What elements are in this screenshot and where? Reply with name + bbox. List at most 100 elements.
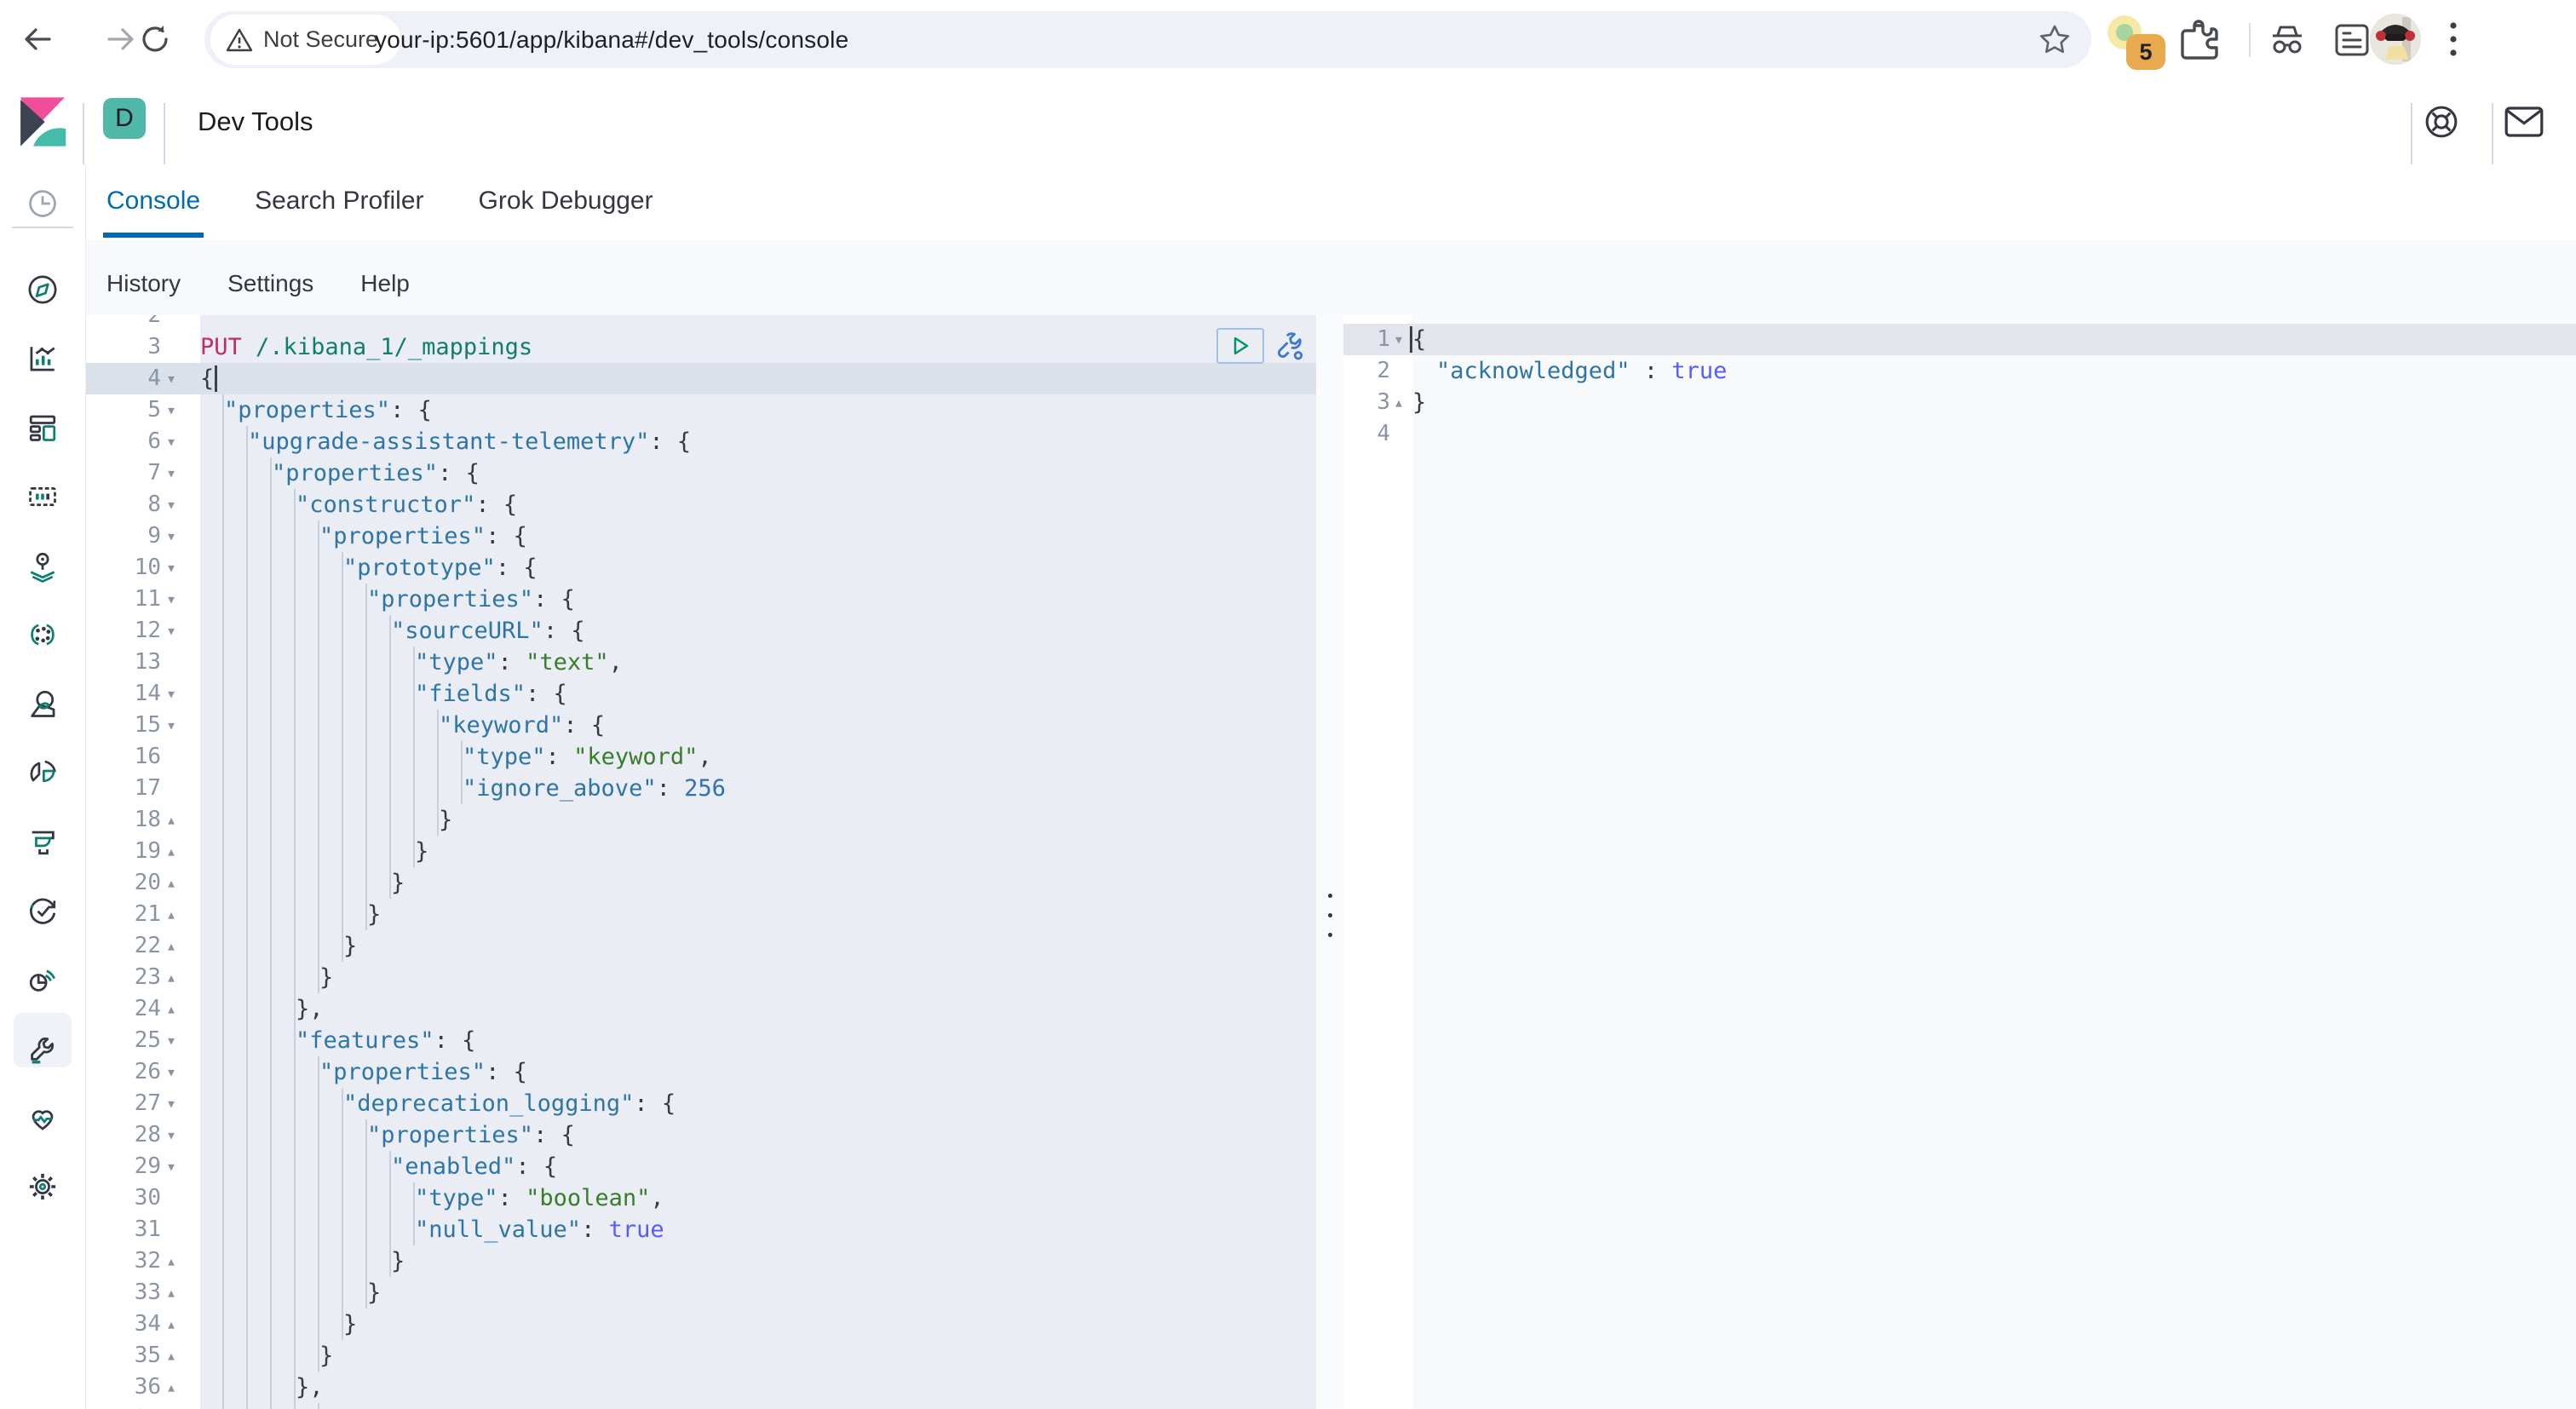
code-line-19[interactable]: 19▴} <box>86 836 1316 867</box>
code-line-2[interactable]: 2 <box>86 315 1316 331</box>
kibana-logo[interactable] <box>19 96 66 147</box>
code-line-2[interactable]: 2"acknowledged" : true <box>1343 355 2576 387</box>
sidebar-item-metrics[interactable] <box>17 747 68 798</box>
help-button[interactable] <box>2418 98 2465 146</box>
site-security-chip[interactable]: Not Secure <box>210 14 400 65</box>
reading-list-icon[interactable] <box>2332 20 2372 60</box>
extensions-puzzle-icon[interactable] <box>2177 19 2220 61</box>
request-options-button[interactable] <box>1271 327 1308 365</box>
sidebar-item-machine-learning[interactable] <box>17 678 68 729</box>
fold-open-caret-icon[interactable]: ▾ <box>166 1025 176 1056</box>
profile-avatar[interactable] <box>2370 14 2421 65</box>
fold-close-caret-icon[interactable]: ▴ <box>166 1308 176 1340</box>
code-line-26[interactable]: 26▾"properties": { <box>86 1056 1316 1088</box>
tab-grok-debugger[interactable]: Grok Debugger <box>479 164 653 238</box>
fold-close-caret-icon[interactable]: ▴ <box>166 867 176 899</box>
code-line-11[interactable]: 11▾"properties": { <box>86 584 1316 615</box>
space-badge[interactable]: D <box>103 98 146 139</box>
newsfeed-button[interactable] <box>2500 98 2548 146</box>
incognito-icon[interactable] <box>2268 20 2307 60</box>
fold-open-caret-icon[interactable]: ▾ <box>166 394 176 426</box>
code-line-35[interactable]: 35▴} <box>86 1340 1316 1372</box>
code-line-15[interactable]: 15▾"keyword": { <box>86 710 1316 741</box>
code-line-17[interactable]: 17"ignore_above": 256 <box>86 773 1316 804</box>
code-line-8[interactable]: 8▾"constructor": { <box>86 489 1316 520</box>
fold-close-caret-icon[interactable]: ▴ <box>166 899 176 930</box>
browser-back-button[interactable] <box>12 14 63 65</box>
fold-close-caret-icon[interactable]: ▴ <box>166 993 176 1025</box>
fold-close-caret-icon[interactable]: ▴ <box>166 1245 176 1277</box>
address-bar[interactable]: Not Secure your-ip:5601/app/kibana#/dev_… <box>204 11 2091 68</box>
code-line-10[interactable]: 10▾"prototype": { <box>86 552 1316 584</box>
code-line-33[interactable]: 33▴} <box>86 1277 1316 1308</box>
fold-open-caret-icon[interactable]: ▾ <box>166 489 176 520</box>
code-line-13[interactable]: 13"type": "text", <box>86 647 1316 678</box>
code-line-3[interactable]: 3▴} <box>1343 387 2576 418</box>
fold-close-caret-icon[interactable]: ▴ <box>166 1372 176 1403</box>
fold-close-caret-icon[interactable]: ▴ <box>166 804 176 836</box>
code-line-7[interactable]: 7▾"properties": { <box>86 457 1316 489</box>
sidebar-item-dashboard[interactable] <box>17 402 68 453</box>
fold-open-caret-icon[interactable]: ▾ <box>166 426 176 457</box>
fold-open-caret-icon[interactable]: ▾ <box>166 584 176 615</box>
fold-close-caret-icon[interactable]: ▴ <box>166 962 176 993</box>
code-line-3[interactable]: 3PUT /.kibana_1/_mappings <box>86 331 1316 363</box>
tab-search-profiler[interactable]: Search Profiler <box>255 164 423 238</box>
fold-close-caret-icon[interactable]: ▴ <box>1394 387 1404 418</box>
fold-open-caret-icon[interactable]: ▾ <box>166 1088 176 1119</box>
code-line-4[interactable]: 4▾{ <box>86 363 1316 394</box>
sidebar-item-dev-tools[interactable] <box>17 1023 68 1074</box>
code-line-12[interactable]: 12▾"sourceURL": { <box>86 615 1316 647</box>
bookmark-star-icon[interactable] <box>2038 23 2072 57</box>
menu-history[interactable]: History <box>106 270 181 297</box>
sidebar-item-maps[interactable] <box>17 540 68 591</box>
code-line-30[interactable]: 30"type": "boolean", <box>86 1182 1316 1214</box>
fold-open-caret-icon[interactable]: ▾ <box>166 457 176 489</box>
menu-settings[interactable]: Settings <box>227 270 313 297</box>
fold-open-caret-icon[interactable]: ▾ <box>166 1119 176 1151</box>
code-line-4[interactable]: 4 <box>1343 418 2576 450</box>
code-line-14[interactable]: 14▾"fields": { <box>86 678 1316 710</box>
request-editor[interactable]: 23PUT /.kibana_1/_mappings4▾{5▾"properti… <box>86 315 1316 1409</box>
code-line-9[interactable]: 9▾"properties": { <box>86 520 1316 552</box>
sidebar-item-apm[interactable] <box>17 954 68 1005</box>
menu-help[interactable]: Help <box>360 270 410 297</box>
tab-console[interactable]: Console <box>106 164 200 238</box>
sidebar-item-monitoring[interactable] <box>17 1092 68 1143</box>
code-line-37[interactable]: 37 <box>86 1403 1316 1409</box>
code-line-6[interactable]: 6▾"upgrade-assistant-telemetry": { <box>86 426 1316 457</box>
sidebar-item-management[interactable] <box>17 1161 68 1212</box>
code-line-1[interactable]: 1▾{ <box>1343 324 2576 355</box>
fold-open-caret-icon[interactable]: ▾ <box>166 678 176 710</box>
sidebar-item-visualize[interactable] <box>17 333 68 384</box>
code-line-32[interactable]: 32▴} <box>86 1245 1316 1277</box>
code-line-21[interactable]: 21▴} <box>86 899 1316 930</box>
code-line-23[interactable]: 23▴} <box>86 962 1316 993</box>
panel-resizer[interactable] <box>1316 315 1343 1409</box>
code-line-16[interactable]: 16"type": "keyword", <box>86 741 1316 773</box>
fold-open-caret-icon[interactable]: ▾ <box>166 552 176 584</box>
code-line-27[interactable]: 27▾"deprecation_logging": { <box>86 1088 1316 1119</box>
fold-close-caret-icon[interactable]: ▴ <box>166 836 176 867</box>
sidebar-item-graph[interactable] <box>17 609 68 660</box>
code-line-5[interactable]: 5▾"properties": { <box>86 394 1316 426</box>
send-request-button[interactable] <box>1216 328 1264 364</box>
code-line-18[interactable]: 18▴} <box>86 804 1316 836</box>
fold-open-caret-icon[interactable]: ▾ <box>166 1056 176 1088</box>
code-line-29[interactable]: 29▾"enabled": { <box>86 1151 1316 1182</box>
code-line-24[interactable]: 24▴}, <box>86 993 1316 1025</box>
fold-close-caret-icon[interactable]: ▴ <box>166 1340 176 1372</box>
code-line-28[interactable]: 28▾"properties": { <box>86 1119 1316 1151</box>
code-line-31[interactable]: 31"null_value": true <box>86 1214 1316 1245</box>
browser-reload-button[interactable] <box>129 14 181 65</box>
code-line-34[interactable]: 34▴} <box>86 1308 1316 1340</box>
fold-close-caret-icon[interactable]: ▴ <box>166 1277 176 1308</box>
fold-open-caret-icon[interactable]: ▾ <box>166 363 176 394</box>
sidebar-item-logs[interactable] <box>17 816 68 867</box>
fold-open-caret-icon[interactable]: ▾ <box>1394 324 1404 355</box>
fold-open-caret-icon[interactable]: ▾ <box>166 520 176 552</box>
fold-open-caret-icon[interactable]: ▾ <box>166 615 176 647</box>
fold-close-caret-icon[interactable]: ▴ <box>166 930 176 962</box>
sidebar-item-recent[interactable] <box>17 178 68 229</box>
fold-open-caret-icon[interactable]: ▾ <box>166 1151 176 1182</box>
